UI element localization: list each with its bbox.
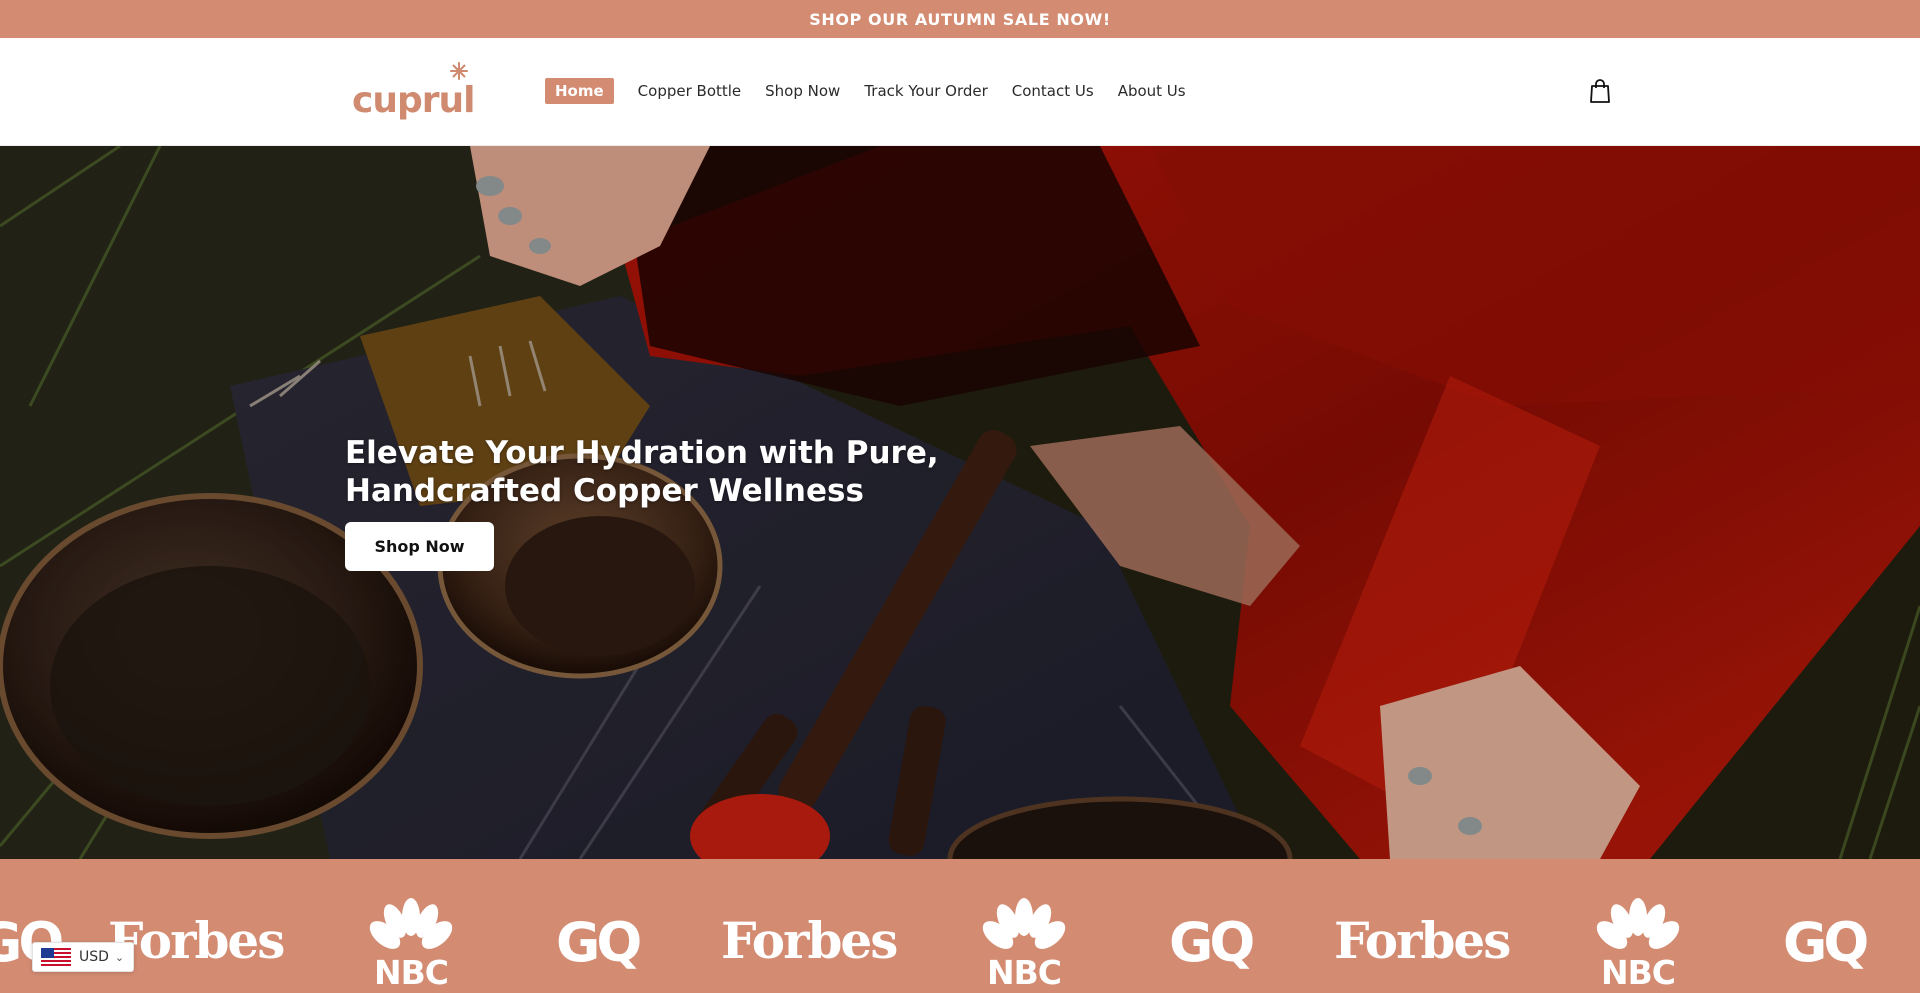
- hero-title-line2: Handcrafted Copper Wellness: [345, 473, 864, 509]
- forbes-logo: Forbes: [1334, 911, 1511, 970]
- nbc-text: NBC: [1601, 953, 1676, 992]
- logo-text: cuprul: [352, 80, 475, 121]
- shopping-bag-icon[interactable]: [1588, 78, 1612, 104]
- chevron-down-icon: ⌄: [114, 950, 125, 964]
- nav-home[interactable]: Home: [545, 78, 614, 104]
- announcement-bar[interactable]: SHOP OUR AUTUMN SALE NOW!: [0, 0, 1920, 38]
- gq-logo: GQ: [1169, 911, 1255, 974]
- forbes-logo: Forbes: [108, 911, 285, 970]
- main-nav: Home Copper Bottle Shop Now Track Your O…: [545, 78, 1210, 104]
- sun-star-icon: [450, 62, 468, 80]
- nbc-logo: NBC: [361, 897, 461, 993]
- nbc-text: NBC: [987, 953, 1062, 992]
- forbes-logo: Forbes: [721, 911, 898, 970]
- hero-title: Elevate Your Hydration with Pure, Handcr…: [345, 434, 985, 510]
- gq-logo: GQ: [556, 911, 642, 974]
- hero-title-line1: Elevate Your Hydration with Pure,: [345, 435, 939, 471]
- currency-code: USD: [79, 949, 109, 965]
- hero-shop-now-button[interactable]: Shop Now: [345, 522, 494, 571]
- nbc-text: NBC: [374, 953, 449, 992]
- nbc-peacock-icon: [982, 898, 1066, 949]
- nbc-logo: NBC: [1588, 897, 1688, 993]
- nbc-logo: NBC: [974, 897, 1074, 993]
- nav-contact-us[interactable]: Contact Us: [1012, 78, 1094, 104]
- nbc-peacock-icon: [1596, 898, 1680, 949]
- nbc-peacock-icon: [369, 898, 453, 949]
- site-header: cuprul Home Copper Bottle Shop Now Track…: [0, 38, 1920, 146]
- nav-copper-bottle[interactable]: Copper Bottle: [638, 78, 741, 104]
- nav-track-your-order[interactable]: Track Your Order: [864, 78, 987, 104]
- currency-selector[interactable]: USD ⌄: [32, 942, 134, 972]
- us-flag-icon: [41, 948, 71, 966]
- nav-about-us[interactable]: About Us: [1118, 78, 1186, 104]
- gq-logo: GQ: [1783, 911, 1869, 974]
- nav-shop-now[interactable]: Shop Now: [765, 78, 840, 104]
- press-logos-strip: GQ Forbes NBC GQ Forbes NBC GQ F: [0, 859, 1920, 993]
- hero-banner: Elevate Your Hydration with Pure, Handcr…: [0, 146, 1920, 859]
- brand-logo[interactable]: cuprul: [350, 60, 475, 126]
- announcement-text[interactable]: SHOP OUR AUTUMN SALE NOW!: [809, 10, 1111, 29]
